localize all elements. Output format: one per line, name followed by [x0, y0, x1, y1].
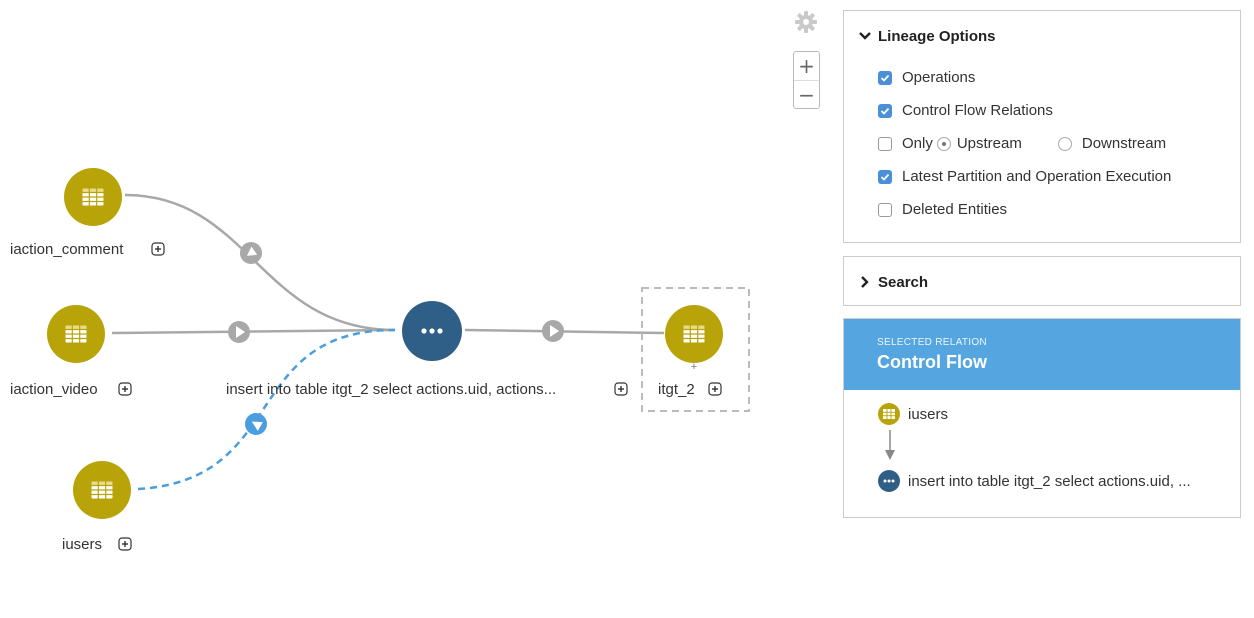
option-label: Operations	[902, 69, 976, 86]
node-iusers[interactable]: iusers	[62, 461, 132, 553]
expand-icon[interactable]	[118, 382, 132, 396]
node-label: itgt_2	[658, 381, 695, 398]
option-only: Only Upstream Downstream	[844, 127, 1240, 160]
table-icon	[64, 324, 88, 344]
expand-icon[interactable]	[151, 242, 165, 256]
checkbox-deleted-entities[interactable]	[878, 202, 892, 217]
edge-iusers-control-flow[interactable]	[137, 328, 396, 491]
relation-source[interactable]: iusers	[878, 403, 948, 425]
search-panel: Search	[843, 256, 1241, 306]
option-label: Only	[902, 135, 933, 152]
radio-upstream-group[interactable]: Upstream	[933, 135, 1022, 152]
edge-arrow-icon	[542, 320, 564, 342]
lineage-options-panel: Lineage Options Operations Control Flow …	[843, 10, 1241, 243]
selected-relation-panel: SELECTED RELATION Control Flow iusers in…	[843, 318, 1241, 518]
chevron-right-icon	[861, 276, 869, 288]
selected-relation-title: Control Flow	[877, 352, 987, 372]
anchor-mark: +	[691, 361, 697, 373]
table-icon	[878, 403, 900, 425]
lineage-options-title: Lineage Options	[878, 27, 996, 45]
chevron-down-icon	[859, 32, 871, 40]
control-flow-arrow-icon	[245, 413, 267, 435]
node-iaction-video[interactable]: iaction_video	[10, 305, 132, 398]
relation-target[interactable]: insert into table itgt_2 select actions.…	[878, 470, 1191, 492]
table-icon	[81, 187, 105, 207]
table-icon	[682, 324, 706, 344]
node-label: iusers	[62, 536, 102, 553]
arrow-down-icon	[885, 430, 895, 460]
expand-icon[interactable]	[614, 382, 628, 396]
zoom-in-button[interactable]: +	[794, 52, 819, 80]
radio-upstream[interactable]	[936, 136, 951, 151]
more-icon	[421, 328, 443, 334]
node-itgt-2[interactable]: + itgt_2	[658, 305, 723, 398]
zoom-out-button[interactable]: −	[794, 80, 819, 108]
option-label: Latest Partition and Operation Execution	[902, 168, 1172, 185]
edge-video-to-operation[interactable]	[111, 328, 396, 335]
checkbox-control-flow[interactable]	[878, 103, 892, 118]
table-icon	[90, 480, 114, 500]
zoom-control: + −	[793, 51, 820, 109]
edge-arrow-icon	[228, 321, 250, 343]
option-label: Control Flow Relations	[902, 102, 1053, 119]
edge-comment-to-operation[interactable]	[124, 193, 396, 332]
radio-downstream[interactable]	[1057, 136, 1072, 151]
expand-icon[interactable]	[118, 537, 132, 551]
edge-arrow-icon	[240, 242, 262, 264]
selected-relation-header: SELECTED RELATION Control Flow	[844, 319, 1240, 390]
node-label: iaction_video	[10, 381, 98, 398]
lineage-graph[interactable]: iaction_comment iaction_video iusers ins…	[0, 0, 790, 618]
option-label: Deleted Entities	[902, 201, 1008, 218]
option-control-flow[interactable]: Control Flow Relations	[844, 94, 1240, 127]
relation-target-label: insert into table itgt_2 select actions.…	[908, 472, 1191, 490]
expand-icon[interactable]	[708, 382, 722, 396]
node-iaction-comment[interactable]: iaction_comment	[10, 168, 165, 258]
node-label: insert into table itgt_2 select actions.…	[226, 381, 556, 398]
selected-relation-subtitle: SELECTED RELATION	[877, 337, 987, 348]
relation-source-label: iusers	[908, 405, 949, 423]
checkbox-latest-partition[interactable]	[878, 169, 892, 184]
radio-downstream-group[interactable]: Downstream	[1054, 135, 1166, 152]
checkbox-operations[interactable]	[878, 70, 892, 85]
node-label: iaction_comment	[10, 241, 124, 258]
option-deleted-entities[interactable]: Deleted Entities	[844, 193, 1240, 226]
option-operations[interactable]: Operations	[844, 61, 1240, 94]
checkbox-only[interactable]	[878, 136, 892, 151]
radio-downstream-label: Downstream	[1081, 135, 1167, 152]
lineage-options-header[interactable]: Lineage Options	[844, 11, 1240, 61]
radio-upstream-label: Upstream	[956, 135, 1022, 152]
more-icon	[878, 470, 900, 492]
settings-gear-icon[interactable]	[794, 10, 818, 34]
edge-operation-to-itgt2[interactable]	[464, 328, 665, 335]
search-header[interactable]: Search	[844, 257, 1240, 307]
search-title: Search	[878, 273, 929, 291]
option-latest-partition[interactable]: Latest Partition and Operation Execution	[844, 160, 1240, 193]
node-operation[interactable]: insert into table itgt_2 select actions.…	[226, 301, 628, 398]
